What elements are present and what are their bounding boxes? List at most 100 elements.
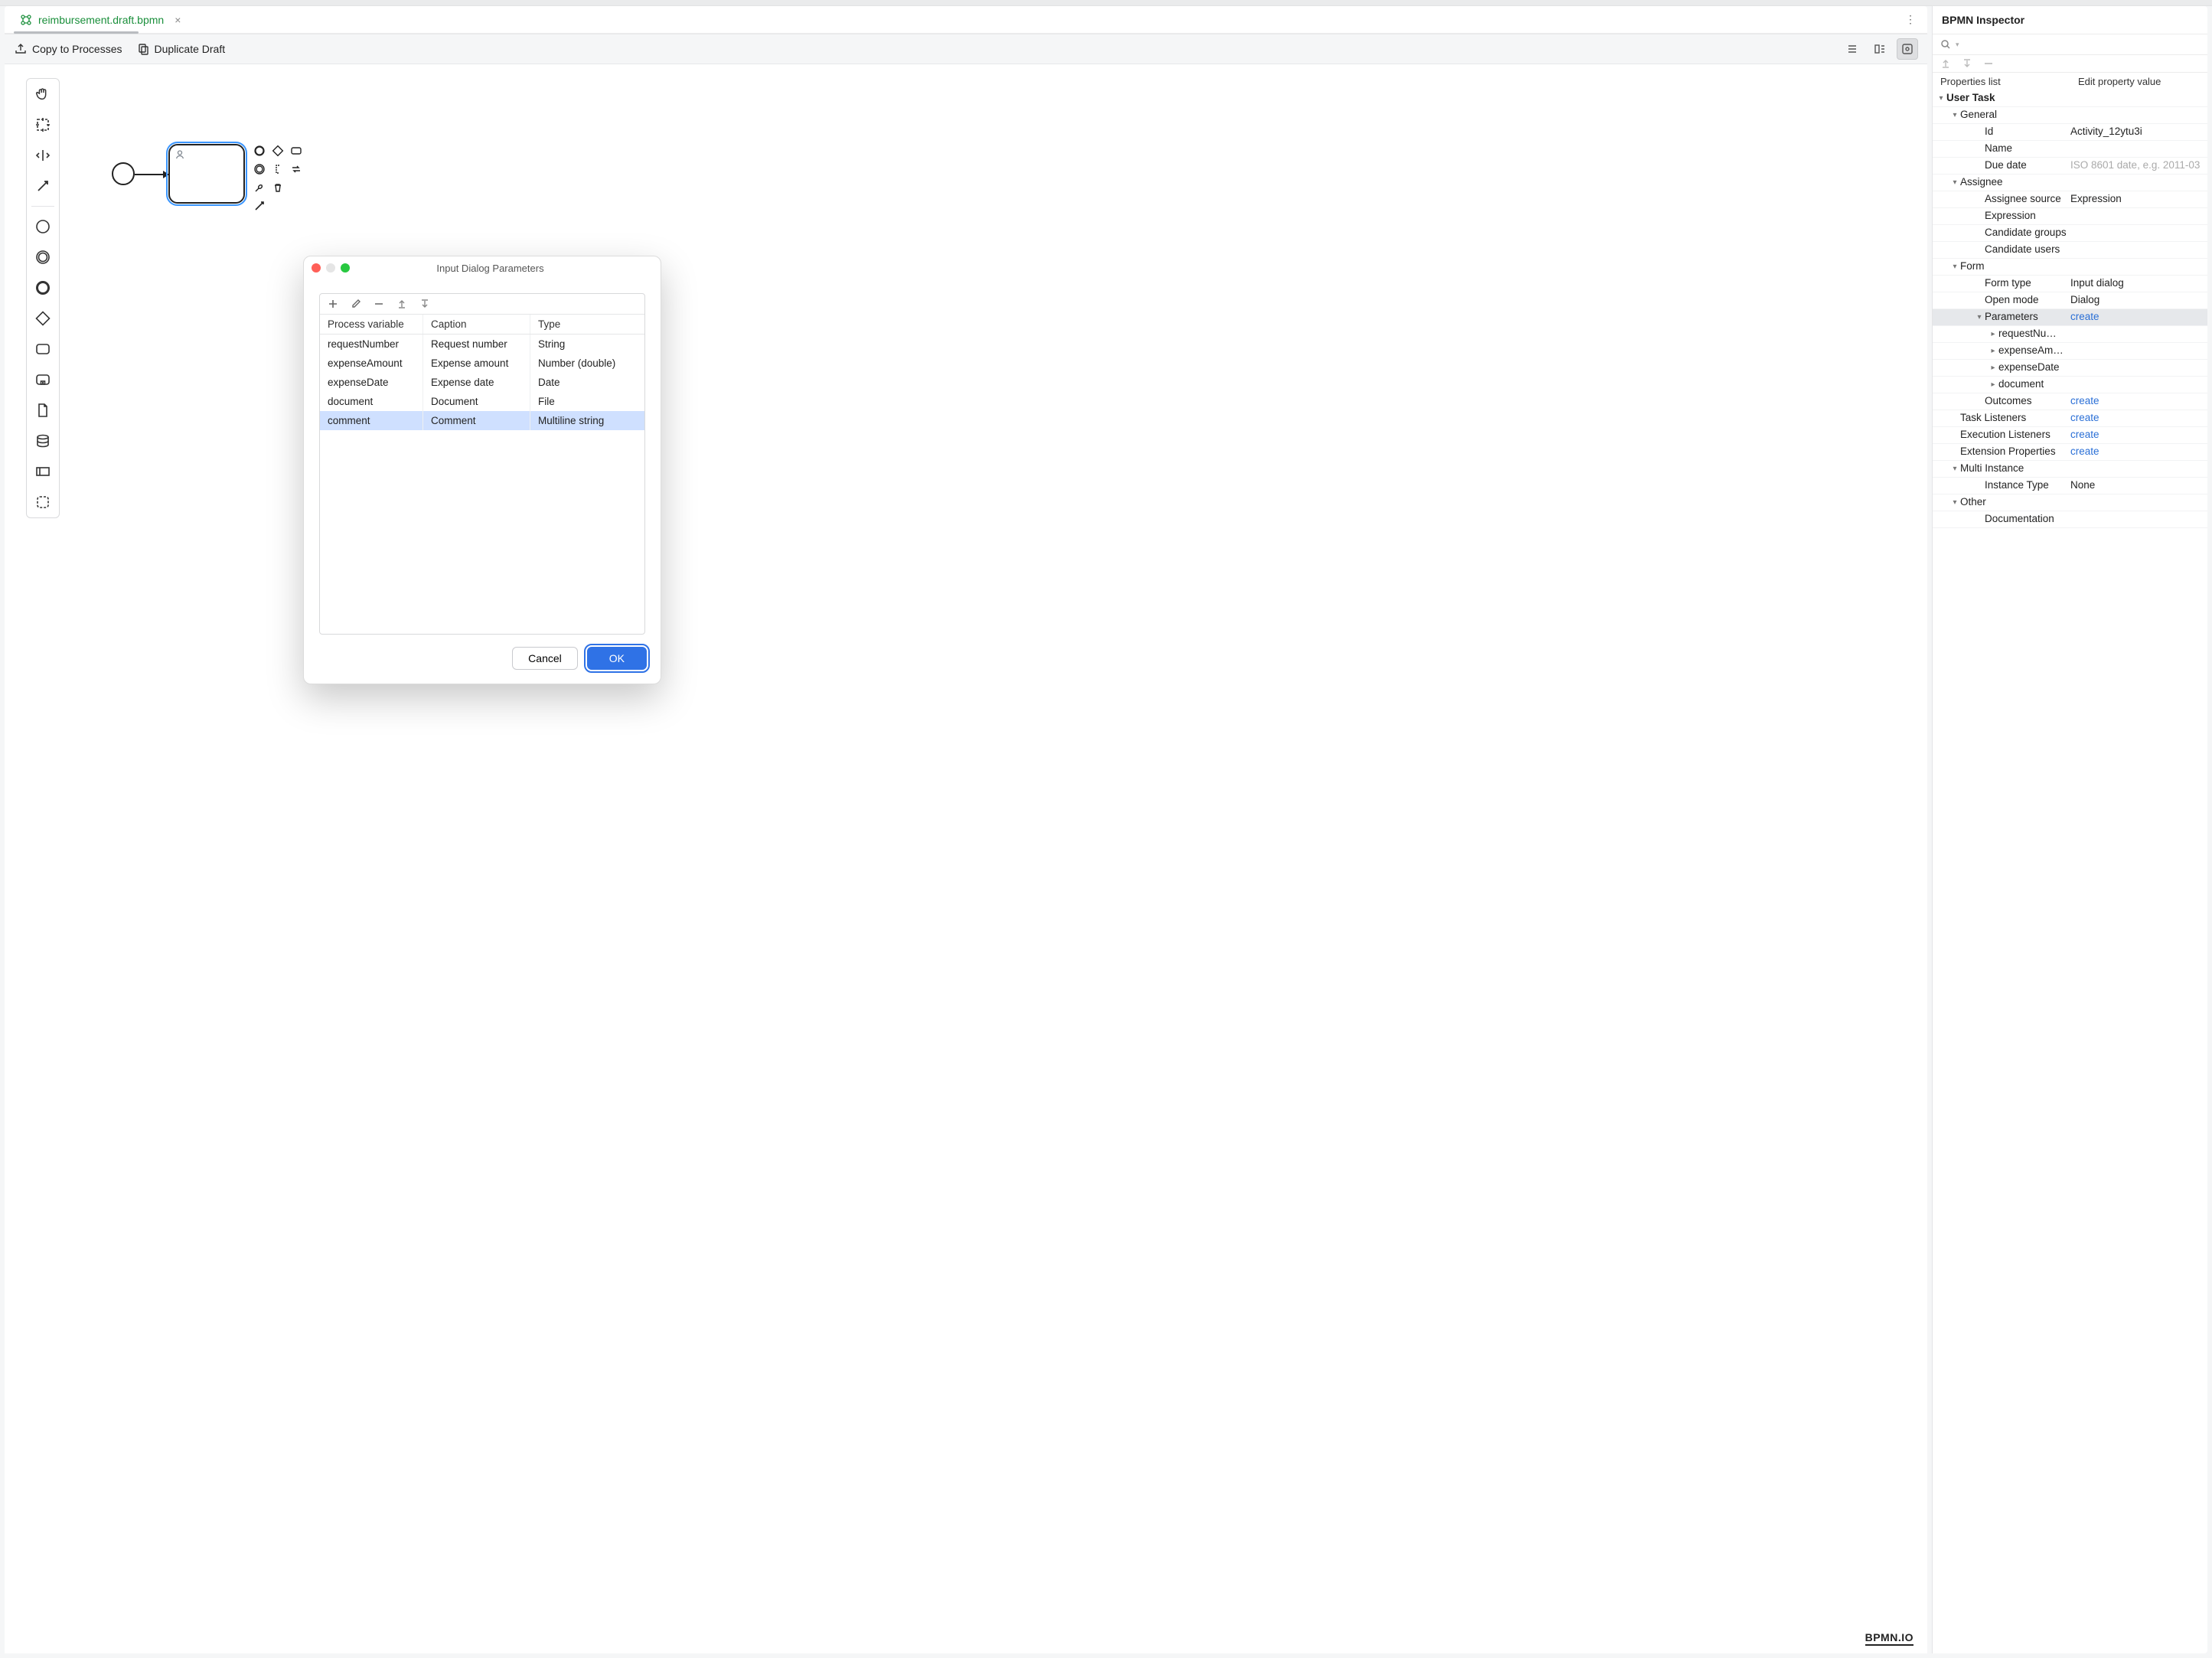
ctx-connect-icon[interactable] bbox=[253, 199, 266, 213]
modal-title: Input Dialog Parameters bbox=[355, 263, 625, 274]
palette-data-object-icon[interactable] bbox=[32, 400, 54, 421]
duplicate-draft-button[interactable]: Duplicate Draft bbox=[136, 42, 226, 56]
input-dialog-parameters-modal: Input Dialog Parameters bbox=[303, 256, 661, 684]
close-tab-icon[interactable]: × bbox=[175, 14, 181, 26]
chevron-down-icon: ▾ bbox=[1956, 41, 1959, 49]
palette-task-icon[interactable] bbox=[32, 338, 54, 360]
view-split-icon[interactable] bbox=[1869, 38, 1891, 60]
tree-general[interactable]: ▾General bbox=[1933, 107, 2207, 124]
ok-button[interactable]: OK bbox=[587, 647, 647, 670]
prop-form-type[interactable]: Form type Input dialog bbox=[1933, 276, 2207, 292]
bpmn-start-event[interactable] bbox=[112, 162, 135, 185]
palette-space-tool-icon[interactable] bbox=[32, 145, 54, 166]
app-root: reimbursement.draft.bpmn × ⋮ Copy to Pro… bbox=[0, 0, 2212, 1658]
add-row-icon[interactable] bbox=[328, 299, 338, 309]
palette-intermediate-event-icon[interactable] bbox=[32, 246, 54, 268]
remove-row-icon[interactable] bbox=[374, 299, 384, 309]
prop-assignee-source[interactable]: Assignee source Expression bbox=[1933, 191, 2207, 208]
move-down-icon[interactable] bbox=[419, 299, 430, 309]
ctx-replace-icon[interactable] bbox=[289, 162, 303, 176]
expand-up-icon[interactable] bbox=[1940, 58, 1951, 69]
inspector-toolbar bbox=[1933, 55, 2207, 73]
window-close-icon[interactable] bbox=[312, 263, 321, 273]
file-tab[interactable]: reimbursement.draft.bpmn × bbox=[14, 6, 187, 33]
col-caption[interactable]: Caption bbox=[423, 315, 530, 334]
palette-lasso-tool-icon[interactable] bbox=[32, 114, 54, 135]
canvas[interactable]: BPMN.IO Input Dialog Parameters bbox=[5, 64, 1927, 1653]
deploy-icon bbox=[14, 42, 28, 56]
prop-parameters[interactable]: ▾Parameters create bbox=[1933, 309, 2207, 326]
edit-row-icon[interactable] bbox=[351, 299, 361, 309]
param-request-number[interactable]: ▸requestNu… bbox=[1933, 326, 2207, 343]
param-document[interactable]: ▸document bbox=[1933, 377, 2207, 393]
window-zoom-icon[interactable] bbox=[341, 263, 350, 273]
ctx-delete-icon[interactable] bbox=[271, 181, 285, 194]
tree-form[interactable]: ▾Form bbox=[1933, 259, 2207, 276]
prop-candidate-groups[interactable]: Candidate groups bbox=[1933, 225, 2207, 242]
param-expense-date[interactable]: ▸expenseDate bbox=[1933, 360, 2207, 377]
bpmn-inspector-panel: BPMN Inspector ▾ Properties list Edit pr… bbox=[1932, 6, 2207, 1653]
palette-separator bbox=[31, 206, 54, 207]
palette-data-store-icon[interactable] bbox=[32, 430, 54, 452]
tree-other[interactable]: ▾Other bbox=[1933, 494, 2207, 511]
palette-gateway-icon[interactable] bbox=[32, 308, 54, 329]
inspector-search[interactable]: ▾ bbox=[1933, 34, 2207, 55]
prop-execution-listeners[interactable]: Execution Listeners create bbox=[1933, 427, 2207, 444]
tree-root-user-task[interactable]: ▾User Task bbox=[1933, 90, 2207, 107]
param-expense-amount[interactable]: ▸expenseAm… bbox=[1933, 343, 2207, 360]
modal-titlebar: Input Dialog Parameters bbox=[304, 256, 661, 279]
table-row[interactable]: expenseAmount Expense amount Number (dou… bbox=[320, 354, 644, 373]
ctx-intermediate-event-icon[interactable] bbox=[253, 162, 266, 176]
ctx-task-icon[interactable] bbox=[289, 144, 303, 158]
prop-expression[interactable]: Expression bbox=[1933, 208, 2207, 225]
tab-bar: reimbursement.draft.bpmn × ⋮ bbox=[5, 6, 1927, 34]
cancel-button[interactable]: Cancel bbox=[512, 647, 578, 670]
palette-end-event-icon[interactable] bbox=[32, 277, 54, 299]
prop-outcomes[interactable]: Outcomes create bbox=[1933, 393, 2207, 410]
ctx-end-event-icon[interactable] bbox=[253, 144, 266, 158]
prop-candidate-users[interactable]: Candidate users bbox=[1933, 242, 2207, 259]
view-list-icon[interactable] bbox=[1842, 38, 1863, 60]
col-process-variable[interactable]: Process variable bbox=[320, 315, 423, 334]
palette-subprocess-icon[interactable] bbox=[32, 369, 54, 390]
prop-extension-properties[interactable]: Extension Properties create bbox=[1933, 444, 2207, 461]
ctx-annotation-icon[interactable] bbox=[271, 162, 285, 176]
table-row-selected[interactable]: comment Comment Multiline string bbox=[320, 411, 644, 430]
expand-down-icon[interactable] bbox=[1962, 58, 1972, 69]
palette-group-icon[interactable] bbox=[32, 491, 54, 513]
palette-hand-tool-icon[interactable] bbox=[32, 83, 54, 105]
prop-task-listeners[interactable]: Task Listeners create bbox=[1933, 410, 2207, 427]
table-row[interactable]: document Document File bbox=[320, 392, 644, 411]
view-diagram-icon[interactable] bbox=[1897, 38, 1918, 60]
palette-participant-icon[interactable] bbox=[32, 461, 54, 482]
ctx-wrench-icon[interactable] bbox=[253, 181, 266, 194]
tab-underline bbox=[14, 31, 139, 34]
tree-multi-instance[interactable]: ▾Multi Instance bbox=[1933, 461, 2207, 478]
prop-instance-type[interactable]: Instance Type None bbox=[1933, 478, 2207, 494]
prop-name[interactable]: Name bbox=[1933, 141, 2207, 158]
palette-connect-tool-icon[interactable] bbox=[32, 175, 54, 197]
prop-due-date[interactable]: Due date ISO 8601 date, e.g. 2011-03 bbox=[1933, 158, 2207, 175]
table-row[interactable]: expenseDate Expense date Date bbox=[320, 373, 644, 392]
view-switcher bbox=[1842, 38, 1918, 60]
bpmn-sequence-flow[interactable] bbox=[135, 174, 168, 175]
bpmn-user-task[interactable] bbox=[168, 144, 245, 204]
file-tab-label: reimbursement.draft.bpmn bbox=[38, 14, 164, 26]
collapse-icon[interactable] bbox=[1983, 58, 1994, 69]
copy-to-processes-button[interactable]: Copy to Processes bbox=[14, 42, 122, 56]
user-task-icon bbox=[175, 149, 185, 160]
ctx-gateway-icon[interactable] bbox=[271, 144, 285, 158]
move-up-icon[interactable] bbox=[396, 299, 407, 309]
col-type[interactable]: Type bbox=[530, 315, 644, 334]
tree-assignee[interactable]: ▾Assignee bbox=[1933, 175, 2207, 191]
prop-open-mode[interactable]: Open mode Dialog bbox=[1933, 292, 2207, 309]
duplicate-draft-label: Duplicate Draft bbox=[155, 43, 226, 55]
prop-id[interactable]: Id Activity_12ytu3i bbox=[1933, 124, 2207, 141]
palette-start-event-icon[interactable] bbox=[32, 216, 54, 237]
table-row[interactable]: requestNumber Request number String bbox=[320, 335, 644, 354]
prop-documentation[interactable]: Documentation bbox=[1933, 511, 2207, 528]
inspector-title: BPMN Inspector bbox=[1933, 6, 2207, 34]
properties-list-header: Properties list bbox=[1940, 76, 2078, 87]
tab-more-icon[interactable]: ⋮ bbox=[1903, 13, 1918, 26]
window-minimize-icon[interactable] bbox=[326, 263, 335, 273]
